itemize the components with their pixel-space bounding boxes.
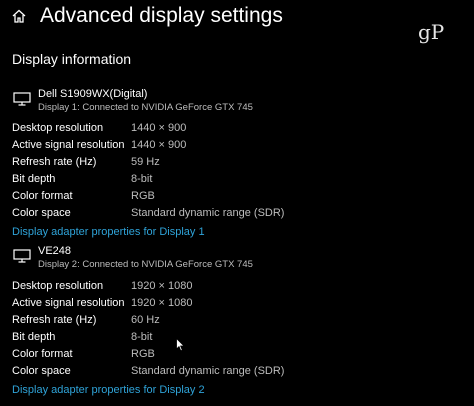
info-row-bit-depth: Bit depth 8-bit: [0, 331, 474, 348]
row-label: Bit depth: [12, 173, 56, 185]
row-value: 1920 × 1080: [131, 280, 193, 292]
page-title: Advanced display settings: [40, 4, 283, 27]
row-value: Standard dynamic range (SDR): [131, 365, 285, 377]
row-value: 1440 × 900: [131, 139, 187, 151]
info-row-refresh-rate: Refresh rate (Hz) 59 Hz: [0, 156, 474, 173]
display-2-adapter-properties-link[interactable]: Display adapter properties for Display 2: [12, 384, 205, 396]
row-label: Active signal resolution: [12, 297, 125, 309]
row-value: 8-bit: [131, 331, 153, 343]
row-value: 1920 × 1080: [131, 297, 193, 309]
row-value: 8-bit: [131, 173, 153, 185]
info-row-color-space: Color space Standard dynamic range (SDR): [0, 207, 474, 224]
row-value: Standard dynamic range (SDR): [131, 207, 285, 219]
row-label: Active signal resolution: [12, 139, 125, 151]
info-row-active-signal-resolution: Active signal resolution 1440 × 900: [0, 139, 474, 156]
monitor-icon: [13, 92, 31, 106]
row-value: 60 Hz: [131, 314, 160, 326]
monitor-icon: [13, 249, 31, 263]
watermark-logo: gP: [418, 20, 445, 44]
row-label: Desktop resolution: [12, 280, 104, 292]
row-value: 1440 × 900: [131, 122, 187, 134]
section-title: Display information: [12, 51, 132, 67]
display-2-connection: Display 2: Connected to NVIDIA GeForce G…: [38, 259, 253, 270]
row-label: Desktop resolution: [12, 122, 104, 134]
row-value: 59 Hz: [131, 156, 160, 168]
info-row-active-signal-resolution: Active signal resolution 1920 × 1080: [0, 297, 474, 314]
row-label: Color format: [12, 348, 73, 360]
info-row-color-space: Color space Standard dynamic range (SDR): [0, 365, 474, 382]
display-1-adapter-properties-link[interactable]: Display adapter properties for Display 1: [12, 226, 205, 238]
info-row-color-format: Color format RGB: [0, 348, 474, 365]
row-label: Color format: [12, 190, 73, 202]
mouse-pointer-icon: [176, 337, 185, 352]
row-value: RGB: [131, 190, 155, 202]
home-icon[interactable]: [12, 9, 26, 23]
header: Advanced display settings: [0, 0, 474, 36]
info-row-bit-depth: Bit depth 8-bit: [0, 173, 474, 190]
info-row-color-format: Color format RGB: [0, 190, 474, 207]
info-row-desktop-resolution: Desktop resolution 1920 × 1080: [0, 280, 474, 297]
display-2-name: VE248: [38, 245, 72, 257]
row-label: Color space: [12, 207, 71, 219]
row-label: Color space: [12, 365, 71, 377]
row-label: Bit depth: [12, 331, 56, 343]
row-label: Refresh rate (Hz): [12, 314, 97, 326]
info-row-desktop-resolution: Desktop resolution 1440 × 900: [0, 122, 474, 139]
info-row-refresh-rate: Refresh rate (Hz) 60 Hz: [0, 314, 474, 331]
display-1-name: Dell S1909WX(Digital): [38, 88, 148, 100]
row-label: Refresh rate (Hz): [12, 156, 97, 168]
row-value: RGB: [131, 348, 155, 360]
display-1-connection: Display 1: Connected to NVIDIA GeForce G…: [38, 102, 253, 113]
